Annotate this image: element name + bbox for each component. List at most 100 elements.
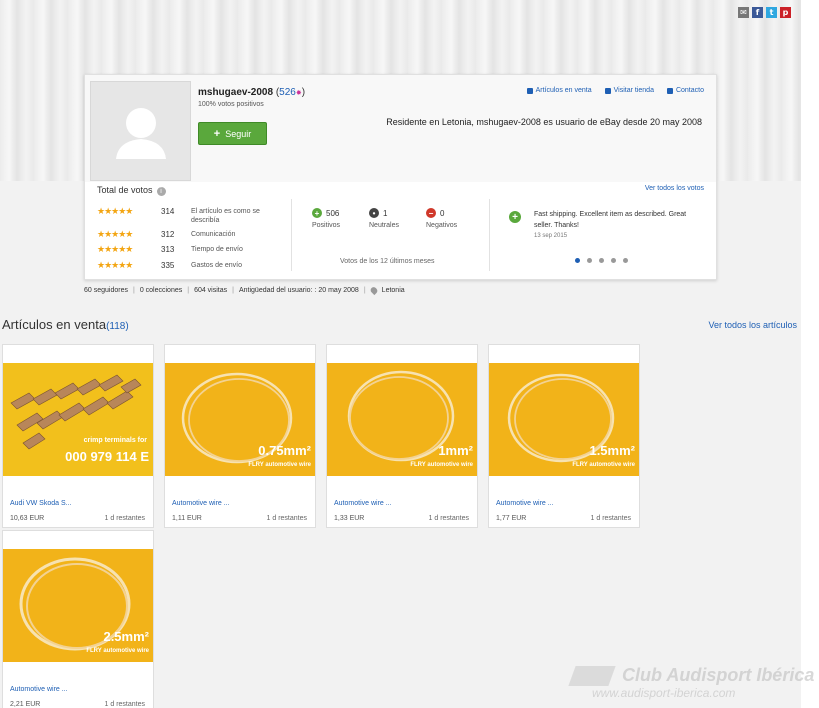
- negative-feedback[interactable]: −0 Negativos: [426, 208, 457, 229]
- twitter-share-icon[interactable]: t: [766, 7, 777, 18]
- positive-comment-icon: +: [509, 211, 521, 223]
- contact-label[interactable]: Contacto: [676, 87, 704, 94]
- listing-time-left: 1 d restantes: [104, 515, 145, 522]
- username[interactable]: mshugaev-2008 (526✸): [198, 87, 305, 98]
- location: Letonia: [381, 287, 405, 294]
- follow-button[interactable]: + Seguir: [198, 122, 267, 145]
- listing-title[interactable]: Automotive wire ...: [172, 500, 230, 507]
- rating-count: 313: [161, 245, 175, 254]
- collections-count[interactable]: 0 colecciones: [140, 287, 182, 294]
- items-for-sale-label[interactable]: Artículos en venta: [536, 87, 592, 94]
- listing-card[interactable]: 1.5mm² FLRY automotive wire Automotive w…: [488, 344, 640, 528]
- listing-time-left: 1 d restantes: [104, 701, 145, 708]
- carousel-dot[interactable]: [587, 258, 592, 263]
- feedback-score-value[interactable]: 526: [279, 87, 296, 98]
- listing-price: 10,63 EUR: [10, 515, 45, 522]
- bag-icon: [526, 87, 533, 94]
- plus-icon: +: [213, 127, 221, 140]
- positive-feedback[interactable]: +506 Positivos: [312, 208, 340, 229]
- contact-link[interactable]: Contacto: [666, 87, 704, 94]
- store-icon: [604, 87, 611, 94]
- minus-circle-icon: −: [426, 208, 436, 218]
- feedback-comment: Fast shipping. Excellent item as describ…: [534, 211, 687, 229]
- negative-count[interactable]: 0: [440, 209, 444, 218]
- followers-count[interactable]: 60 seguidores: [84, 287, 128, 294]
- listing-time-left: 1 d restantes: [266, 515, 307, 522]
- visit-store-label[interactable]: Visitar tienda: [614, 87, 654, 94]
- neutral-feedback[interactable]: • 1 Neutrales: [369, 208, 399, 229]
- listing-card[interactable]: crimp terminals for 000 979 114 E Audi V…: [2, 344, 154, 528]
- votes-title-text: Total de votos: [97, 185, 153, 195]
- detail-rating-row: ★★★★★ 312 Comunicación: [97, 229, 271, 240]
- envelope-icon: [666, 87, 673, 94]
- rating-label: Tiempo de envío: [191, 246, 243, 253]
- positive-label: Positivos: [312, 222, 341, 229]
- image-wire-size: 1.5mm²: [589, 443, 635, 458]
- listing-title[interactable]: Automotive wire ...: [10, 686, 68, 693]
- image-caption: FLRY automotive wire: [572, 462, 635, 468]
- listing-card[interactable]: 1mm² FLRY automotive wire Automotive wir…: [326, 344, 478, 528]
- listing-image[interactable]: 1.5mm² FLRY automotive wire: [489, 363, 639, 476]
- star-rating-icon: ★★★★★: [97, 229, 133, 239]
- info-icon[interactable]: i: [156, 187, 166, 196]
- feedback-date: 13 sep 2015: [534, 233, 568, 239]
- email-share-icon[interactable]: ✉: [738, 7, 749, 18]
- listing-price: 2,21 EUR: [10, 701, 41, 708]
- listing-title[interactable]: Audi VW Skoda S...: [10, 500, 71, 507]
- listings-count[interactable]: (118): [106, 321, 129, 332]
- listing-title[interactable]: Automotive wire ...: [496, 500, 554, 507]
- watermark-url: www.audisport-iberica.com: [592, 686, 736, 700]
- listing-image[interactable]: 1mm² FLRY automotive wire: [327, 363, 477, 476]
- image-wire-size: 1mm²: [438, 443, 473, 458]
- detail-rating-row: ★★★★★ 335 Gastos de envío: [97, 260, 271, 271]
- pinterest-share-icon[interactable]: p: [780, 7, 791, 18]
- watermark: Club Audisport Ibérica www.audisport-ibe…: [570, 665, 814, 700]
- carousel-dot[interactable]: [575, 258, 580, 263]
- listing-card[interactable]: 2.5mm² FLRY automotive wire Automotive w…: [2, 530, 154, 708]
- detail-rating-row: ★★★★★ 313 Tiempo de envío: [97, 245, 271, 255]
- image-part-number: 000 979 114 E: [65, 449, 149, 464]
- listing-price: 1,33 EUR: [334, 515, 365, 522]
- listing-card[interactable]: 0.75mm² FLRY automotive wire Automotive …: [164, 344, 316, 528]
- image-caption: crimp terminals for: [84, 437, 148, 444]
- image-caption: FLRY automotive wire: [86, 648, 149, 654]
- divider: [291, 199, 292, 271]
- carousel-dot[interactable]: [611, 258, 616, 263]
- listings-title-text: Artículos en venta: [2, 317, 107, 332]
- positive-percentage: 100% votos positivos: [198, 101, 264, 108]
- listing-time-left: 1 d restantes: [428, 515, 469, 522]
- period-caption: Votos de los 12 últimos meses: [340, 258, 435, 265]
- image-wire-size: 2.5mm²: [103, 629, 149, 644]
- feedback-score[interactable]: (526✸): [276, 87, 305, 98]
- listing-price: 1,77 EUR: [496, 515, 527, 522]
- star-rating-icon: ★★★★★: [97, 206, 133, 216]
- positive-count[interactable]: 506: [326, 209, 339, 218]
- username-text[interactable]: mshugaev-2008: [198, 87, 273, 98]
- plus-circle-icon: +: [312, 208, 322, 218]
- listing-image[interactable]: 2.5mm² FLRY automotive wire: [3, 549, 153, 662]
- carousel-dot[interactable]: [599, 258, 604, 263]
- carousel-dot[interactable]: [623, 258, 628, 263]
- share-icons: ✉ f t p: [738, 7, 791, 18]
- items-for-sale-link[interactable]: Artículos en venta: [526, 87, 592, 94]
- profile-stats: 60 seguidores | 0 colecciones | 604 visita…: [84, 285, 405, 296]
- see-all-items-link[interactable]: Ver todos los artículos: [708, 320, 797, 330]
- avatar: [90, 81, 191, 181]
- location-pin-icon: [369, 285, 379, 296]
- image-caption: FLRY automotive wire: [410, 462, 473, 468]
- rating-count: 312: [161, 230, 175, 239]
- neutral-count[interactable]: 1: [383, 209, 387, 218]
- watermark-title: Club Audisport Ibérica: [622, 665, 815, 685]
- facebook-share-icon[interactable]: f: [752, 7, 763, 18]
- listing-image[interactable]: 0.75mm² FLRY automotive wire: [165, 363, 315, 476]
- listing-title[interactable]: Automotive wire ...: [334, 500, 392, 507]
- listing-image[interactable]: crimp terminals for 000 979 114 E: [3, 363, 153, 476]
- rating-count: 335: [161, 261, 175, 270]
- see-all-votes-link[interactable]: Ver todos los votos: [645, 185, 704, 192]
- star-rating-icon: ★★★★★: [97, 260, 133, 270]
- visit-store-link[interactable]: Visitar tienda: [604, 87, 654, 94]
- image-caption: FLRY automotive wire: [248, 462, 311, 468]
- resident-info: Residente en Letonia, mshugaev-2008 es u…: [386, 117, 702, 127]
- divider: [489, 199, 490, 271]
- detail-rating-row: ★★★★★ 314 El artículo es como se describ…: [97, 207, 271, 225]
